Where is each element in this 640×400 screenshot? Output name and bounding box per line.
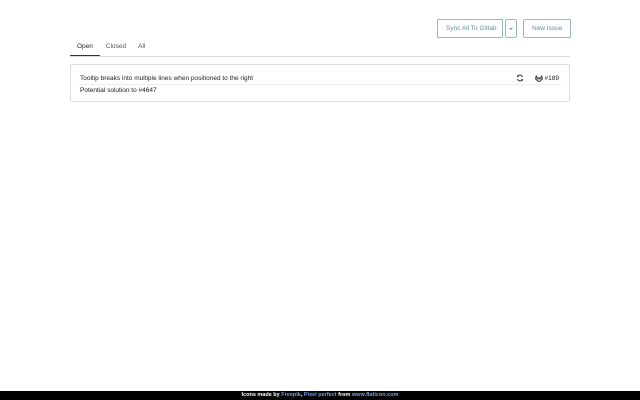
issue-link[interactable]: #189	[534, 74, 559, 82]
sync-dropdown-button[interactable]	[505, 19, 517, 38]
toolbar: Sync All To Gitlab New Issue	[437, 19, 571, 38]
attribution-footer: Icons made by Freepik, Pixel perfect fro…	[0, 391, 640, 400]
tab-open[interactable]: Open	[70, 39, 100, 56]
issue-header: Tooltip breaks into multiple lines when …	[80, 72, 559, 84]
issue-card: Tooltip breaks into multiple lines when …	[70, 64, 570, 102]
flaticon-link[interactable]: www.flaticon.com	[352, 392, 399, 398]
sync-all-button[interactable]: Sync All To Gitlab	[437, 19, 503, 38]
tab-closed[interactable]: Closed	[100, 39, 132, 56]
chevron-down-icon	[509, 27, 513, 30]
footer-from-text: from	[336, 392, 352, 398]
pixel-perfect-link[interactable]: Pixel perfect	[304, 392, 337, 398]
gitlab-icon	[534, 74, 543, 82]
issue-title[interactable]: Tooltip breaks into multiple lines when …	[80, 75, 516, 82]
footer-text: Icons made by	[241, 392, 282, 398]
new-issue-button[interactable]: New Issue	[523, 19, 571, 38]
divider	[79, 84, 561, 85]
issue-number: #189	[544, 74, 559, 82]
tab-all[interactable]: All	[132, 39, 151, 56]
issue-state-tabs: Open Closed All	[70, 39, 570, 57]
freepik-link[interactable]: Freepik	[281, 392, 301, 398]
issue-description: Potential solution to #4647	[80, 87, 157, 94]
sync-icon[interactable]	[516, 74, 525, 83]
